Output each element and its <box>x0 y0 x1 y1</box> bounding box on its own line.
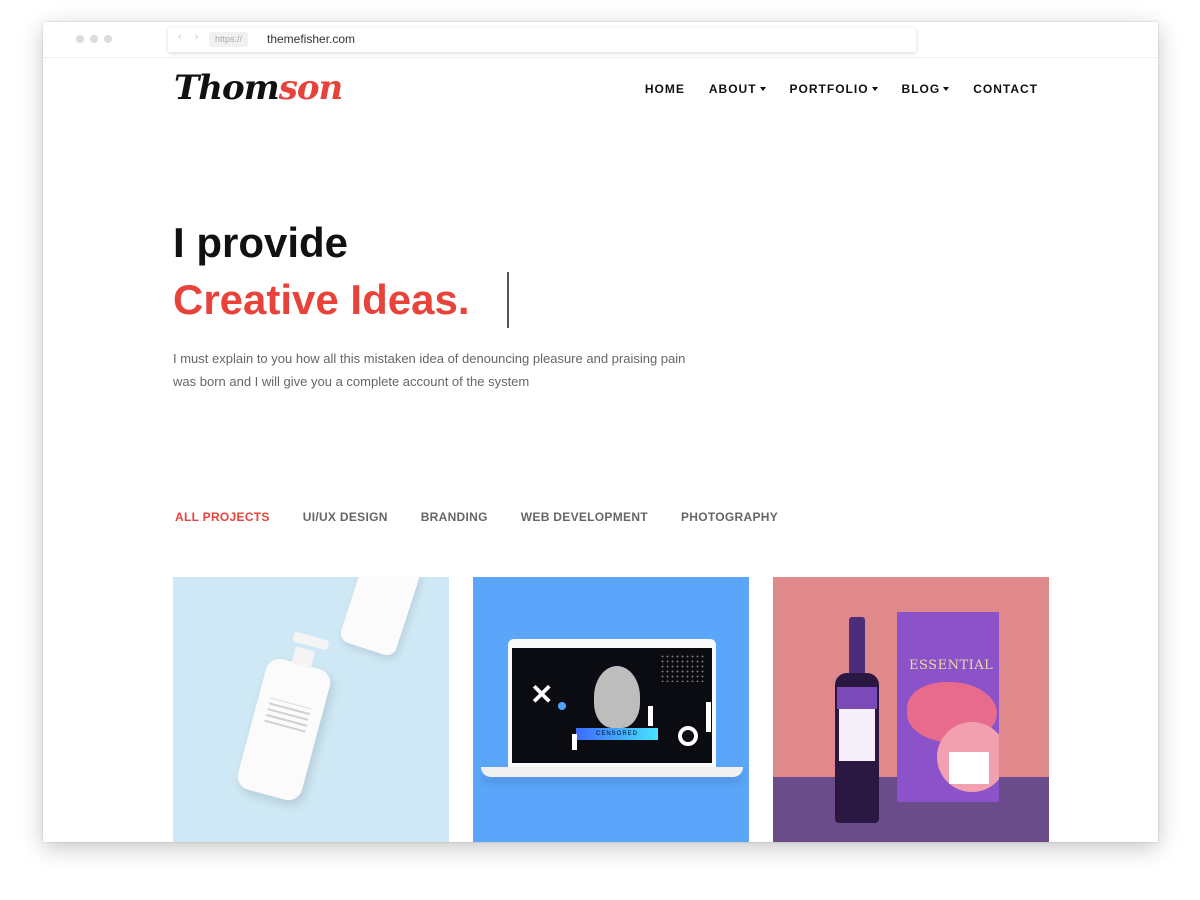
window-dot-minimize[interactable] <box>90 35 98 43</box>
logo-part-1: Thom <box>174 68 280 108</box>
ring-decoration <box>678 726 698 746</box>
back-forward-icon[interactable]: ‹ › <box>178 31 203 43</box>
neck-shape <box>291 646 316 669</box>
window-controls <box>76 35 112 43</box>
dot-grid-decoration <box>660 654 704 682</box>
address-bar[interactable]: ‹ › https:// themefisher.com <box>168 28 916 52</box>
label-shape <box>260 697 312 748</box>
censored-badge: CENSORED <box>576 728 658 740</box>
package-title: ESSENTIAL <box>909 658 994 673</box>
nav-about-label: ABOUT <box>708 82 757 96</box>
main-nav: HOME ABOUT PORTFOLIO BLOG CONTACT <box>645 82 1038 96</box>
url-domain[interactable]: themefisher.com <box>267 32 355 46</box>
filter-ui-ux-design[interactable]: UI/UX DESIGN <box>303 510 388 524</box>
nav-about[interactable]: ABOUT <box>709 82 766 96</box>
bottle-image <box>338 577 422 658</box>
portfolio-filters: ALL PROJECTS UI/UX DESIGN BRANDING WEB D… <box>175 510 778 524</box>
bar-decoration <box>572 734 577 750</box>
browser-bar: ‹ › https:// themefisher.com <box>43 22 1158 58</box>
laptop-image: ✕ CENSORED <box>508 639 716 767</box>
nav-portfolio[interactable]: PORTFOLIO <box>790 82 878 96</box>
bottle-label-shape <box>839 709 875 761</box>
filter-photography[interactable]: PHOTOGRAPHY <box>681 510 778 524</box>
hero-heading-line-2: Creative Ideas. <box>173 276 470 323</box>
package-box-image: ESSENTIAL <box>897 612 999 802</box>
url-scheme: https:// <box>209 32 249 47</box>
hero-heading-line-1: I provide <box>173 219 349 266</box>
hero-description: I must explain to you how all this mista… <box>173 351 686 389</box>
logo-part-2: son <box>278 68 344 108</box>
bar-decoration <box>706 702 711 732</box>
nav-home-label: HOME <box>644 82 685 96</box>
laptop-screen-content: ✕ CENSORED <box>512 648 712 763</box>
x-icon: ✕ <box>530 679 554 710</box>
package-label <box>949 752 989 784</box>
portfolio-card-wine[interactable]: ESSENTIAL <box>773 577 1049 842</box>
caret-down-icon <box>943 87 950 91</box>
filter-branding[interactable]: BRANDING <box>421 510 488 524</box>
caret-down-icon <box>759 87 766 91</box>
nav-contact-label: CONTACT <box>973 82 1038 96</box>
nav-contact[interactable]: CONTACT <box>973 82 1038 96</box>
nav-blog[interactable]: BLOG <box>902 82 950 96</box>
bottle-band-shape <box>837 687 877 709</box>
window-dot-close[interactable] <box>76 35 84 43</box>
nav-portfolio-label: PORTFOLIO <box>789 82 869 96</box>
nav-blog-label: BLOG <box>901 82 941 96</box>
bottle-image <box>234 631 334 804</box>
bar-decoration <box>648 706 653 726</box>
typing-cursor <box>507 272 509 328</box>
laptop-base <box>481 767 743 777</box>
site-logo[interactable]: Thomson <box>174 68 344 108</box>
portfolio-card-bottles[interactable] <box>173 577 449 842</box>
window-dot-maximize[interactable] <box>104 35 112 43</box>
filter-web-development[interactable]: WEB DEVELOPMENT <box>521 510 648 524</box>
nav-home[interactable]: HOME <box>645 82 685 96</box>
wine-bottle-image <box>835 617 879 823</box>
dot-decoration <box>558 702 566 710</box>
statue-image <box>594 666 640 728</box>
browser-window: ‹ › https:// themefisher.com Thomson HOM… <box>43 22 1158 842</box>
bottle-neck-shape <box>849 617 865 677</box>
caret-down-icon <box>871 87 878 91</box>
filter-all-projects[interactable]: ALL PROJECTS <box>175 510 270 524</box>
portfolio-card-laptop[interactable]: ✕ CENSORED <box>473 577 749 842</box>
